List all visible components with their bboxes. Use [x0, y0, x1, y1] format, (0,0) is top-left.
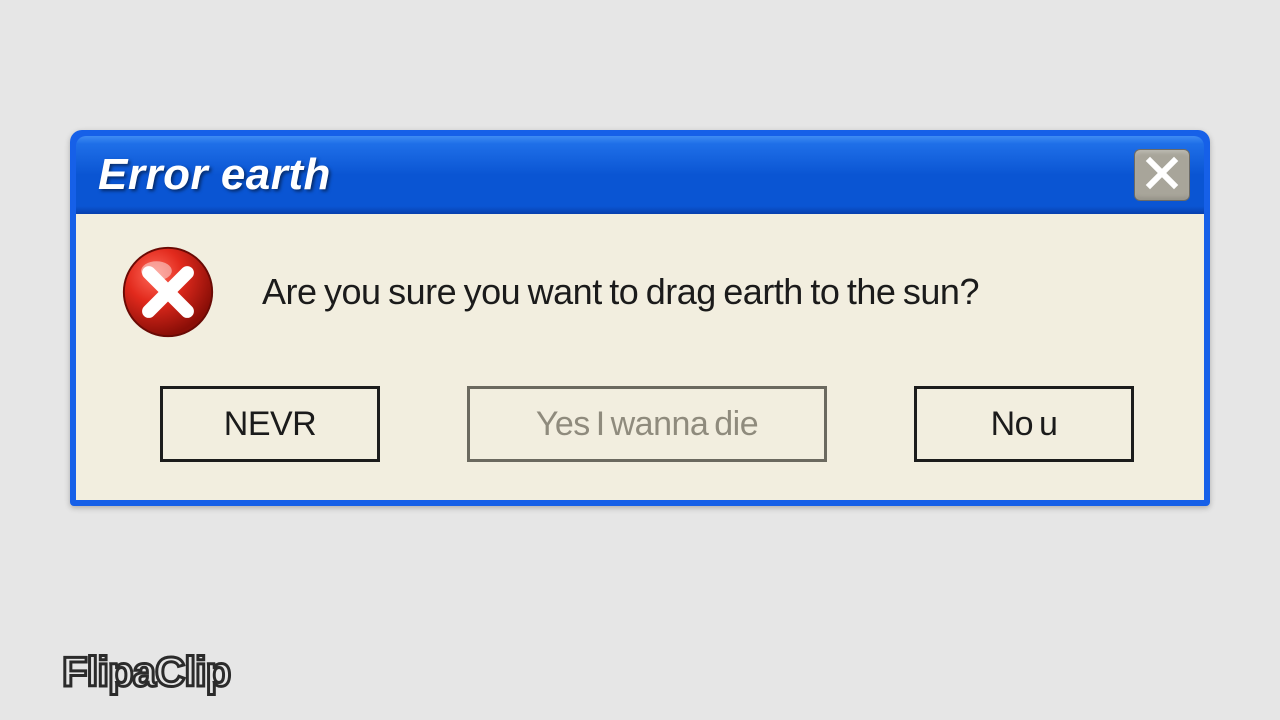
button-row: NEVR Yes I wanna die No u — [106, 362, 1174, 466]
error-icon — [120, 244, 216, 340]
dialog-body: Are you sure you want to drag earth to t… — [76, 214, 1204, 500]
message-row: Are you sure you want to drag earth to t… — [106, 240, 1174, 362]
yes-button[interactable]: Yes I wanna die — [467, 386, 827, 462]
dialog-message: Are you sure you want to drag earth to t… — [262, 271, 979, 313]
error-dialog: Error earth — [70, 130, 1210, 506]
close-button[interactable] — [1134, 149, 1190, 201]
nou-button[interactable]: No u — [914, 386, 1134, 462]
titlebar[interactable]: Error earth — [76, 136, 1204, 214]
close-icon — [1145, 156, 1179, 195]
watermark-text: FlipaClip — [62, 648, 230, 696]
dialog-title: Error earth — [98, 150, 331, 200]
nevr-button[interactable]: NEVR — [160, 386, 380, 462]
